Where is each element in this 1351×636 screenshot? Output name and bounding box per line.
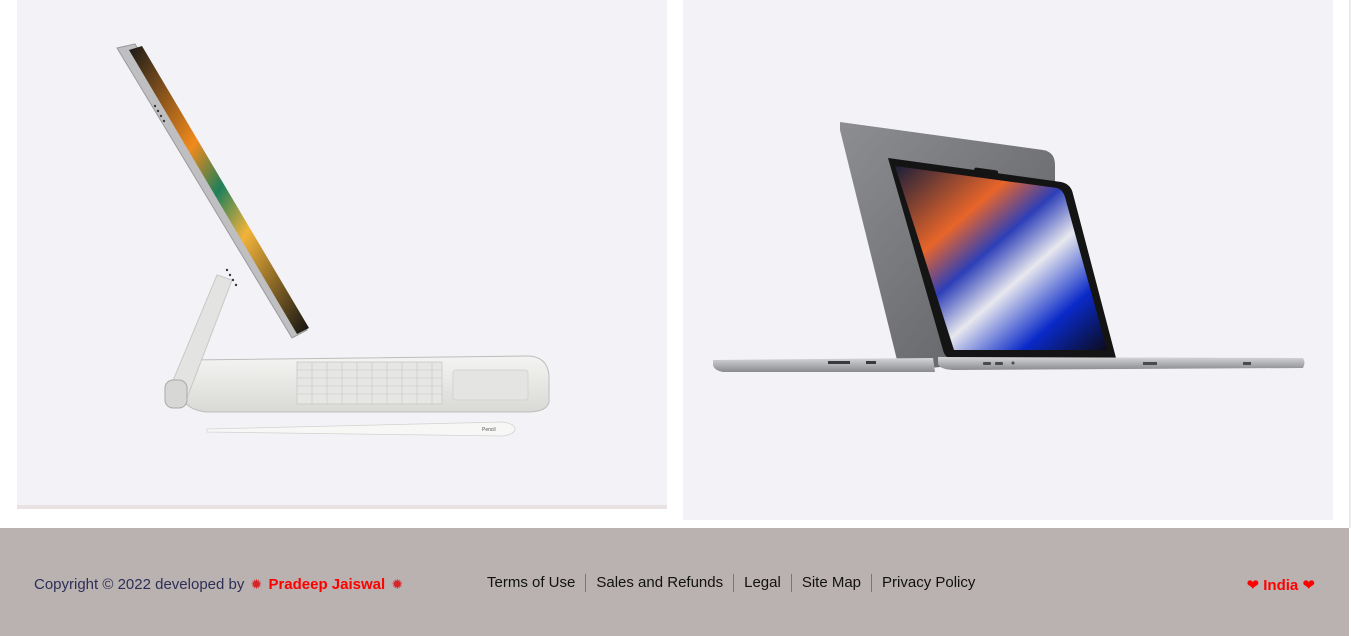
country-selector[interactable]: ❤ India ❤ xyxy=(1246,576,1315,594)
privacy-policy-link[interactable]: Privacy Policy xyxy=(871,574,985,592)
product-card-ipad[interactable]: Pencil xyxy=(17,0,667,509)
legal-link[interactable]: Legal xyxy=(733,574,791,592)
site-footer: Copyright © 2022 developed by ✹ Pradeep … xyxy=(0,528,1349,636)
country-label: India xyxy=(1263,577,1299,594)
macbook-pro-image xyxy=(713,122,1305,372)
heart-icon: ❤ xyxy=(1246,577,1260,594)
copyright-text: Copyright © 2022 developed by xyxy=(34,576,245,593)
heart-icon: ❤ xyxy=(1302,577,1315,594)
collision-icon: ✹ xyxy=(250,576,263,592)
product-card-macbook[interactable] xyxy=(683,0,1333,520)
site-map-link[interactable]: Site Map xyxy=(790,574,871,592)
collision-icon: ✹ xyxy=(391,576,404,592)
sales-and-refunds-link[interactable]: Sales and Refunds xyxy=(585,574,733,592)
copyright: Copyright © 2022 developed by ✹ Pradeep … xyxy=(34,576,405,593)
pencil-label: Pencil xyxy=(482,427,496,433)
ipad-pro-image: Pencil xyxy=(116,43,550,437)
terms-of-use-link[interactable]: Terms of Use xyxy=(477,574,585,592)
author-name[interactable]: Pradeep Jaiswal xyxy=(268,576,385,593)
footer-links: Terms of Use Sales and Refunds Legal Sit… xyxy=(477,574,985,592)
